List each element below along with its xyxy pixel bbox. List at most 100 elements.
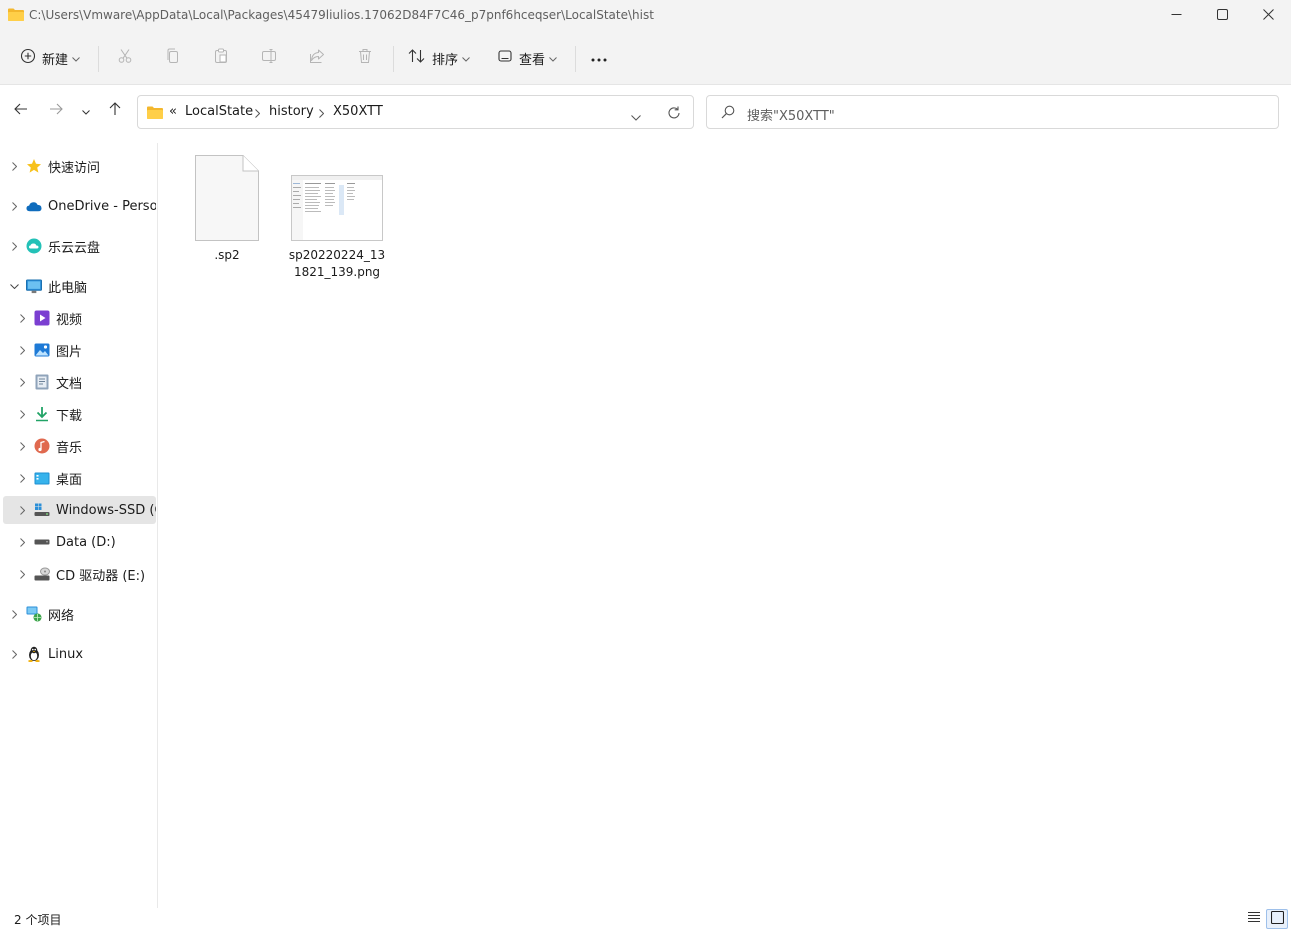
chevron-right-icon[interactable]: [14, 310, 30, 326]
window-title: C:\Users\Vmware\AppData\Local\Packages\4…: [29, 8, 654, 22]
new-button[interactable]: 新建: [12, 40, 88, 76]
onedrive-cloud-icon: [26, 198, 42, 214]
file-item[interactable]: sp20220224_131821_139.png: [287, 153, 387, 281]
breadcrumb-localstate[interactable]: LocalState: [185, 104, 253, 119]
file-item[interactable]: .sp2: [177, 153, 277, 264]
title-bar: C:\Users\Vmware\AppData\Local\Packages\4…: [0, 0, 1291, 32]
paste-icon: [213, 48, 229, 68]
forward-button[interactable]: [42, 96, 70, 126]
sidebar-item-label: 文档: [56, 376, 83, 392]
details-list-icon: [1247, 911, 1261, 927]
sidebar-item-label: Data (D:): [56, 534, 116, 550]
chevron-right-icon[interactable]: [14, 502, 30, 518]
sidebar-item-documents[interactable]: 文档: [3, 368, 156, 396]
breadcrumb-overflow[interactable]: «: [169, 104, 177, 119]
close-button[interactable]: [1245, 0, 1291, 32]
copy-icon: [165, 48, 181, 68]
up-button[interactable]: [101, 96, 129, 126]
sidebar-item-videos[interactable]: 视频: [3, 304, 156, 332]
sidebar-item-desktop[interactable]: 桌面: [3, 464, 156, 492]
address-bar[interactable]: « LocalState history X50XTT: [137, 95, 694, 129]
chevron-right-icon[interactable]: [6, 198, 22, 214]
sidebar-item-label: CD 驱动器 (E:): [56, 568, 146, 584]
pictures-icon: [34, 342, 50, 358]
sidebar-item-music[interactable]: 音乐: [3, 432, 156, 460]
breadcrumb-x50xtt[interactable]: X50XTT: [333, 104, 383, 119]
breadcrumb-history[interactable]: history: [269, 104, 314, 119]
windows-drive-icon: [34, 502, 50, 518]
sidebar-item-pictures[interactable]: 图片: [3, 336, 156, 364]
sidebar-item-label: 网络: [48, 608, 75, 624]
sidebar-item-label: 此电脑: [48, 280, 88, 296]
chevron-right-icon[interactable]: [14, 534, 30, 550]
sidebar-item-quick-access[interactable]: 快速访问: [3, 152, 156, 180]
file-name: sp20220224_131821_139.png: [288, 248, 386, 279]
address-history-dropdown[interactable]: [631, 110, 641, 125]
sidebar-item-data-drive[interactable]: Data (D:): [3, 528, 156, 556]
search-input[interactable]: 搜索"X50XTT": [706, 95, 1279, 129]
sort-label: 排序: [431, 52, 458, 68]
search-icon: [721, 105, 735, 123]
refresh-icon[interactable]: [667, 106, 681, 124]
minimize-icon: [1171, 9, 1182, 24]
sort-button[interactable]: 排序: [402, 40, 476, 76]
cloud-drive-icon: [26, 238, 42, 254]
chevron-right-icon[interactable]: [6, 646, 22, 662]
details-view-button[interactable]: [1244, 910, 1264, 928]
navigation-pane: 快速访问 OneDrive - Personal 乐云云盘 此电脑 视频 图片 …: [0, 143, 158, 908]
chevron-right-icon[interactable]: [14, 342, 30, 358]
chevron-right-icon[interactable]: [14, 374, 30, 390]
command-bar: 新建 排序 查看: [0, 32, 1291, 85]
rename-button[interactable]: [252, 40, 286, 76]
sidebar-item-leyun-drive[interactable]: 乐云云盘: [3, 232, 156, 260]
chevron-right-icon[interactable]: [14, 438, 30, 454]
back-button[interactable]: [7, 96, 35, 126]
chevron-right-icon[interactable]: [6, 158, 22, 174]
sidebar-item-onedrive[interactable]: OneDrive - Personal: [3, 192, 156, 220]
sidebar-item-this-pc[interactable]: 此电脑: [3, 272, 156, 300]
chevron-right-icon[interactable]: [6, 606, 22, 622]
more-dots-icon: [591, 51, 607, 66]
sidebar-item-label: 下载: [56, 408, 83, 424]
chevron-down-icon[interactable]: [6, 278, 22, 294]
toolbar-divider: [575, 46, 576, 72]
minimize-button[interactable]: [1153, 0, 1199, 32]
chevron-right-icon[interactable]: [14, 470, 30, 486]
folder-icon: [147, 106, 163, 123]
sidebar-item-label: 视频: [56, 312, 83, 328]
copy-button[interactable]: [156, 40, 190, 76]
chevron-down-icon: [462, 51, 470, 66]
sidebar-item-downloads[interactable]: 下载: [3, 400, 156, 428]
chevron-right-icon[interactable]: [14, 566, 30, 582]
share-button[interactable]: [300, 40, 334, 76]
sidebar-item-linux[interactable]: Linux: [3, 640, 156, 668]
desktop-icon: [34, 470, 50, 486]
more-options-button[interactable]: [582, 40, 616, 76]
share-icon: [309, 48, 325, 68]
delete-button[interactable]: [348, 40, 382, 76]
large-icons-view-button[interactable]: [1266, 909, 1288, 929]
chevron-right-icon[interactable]: [319, 107, 325, 122]
sidebar-item-network[interactable]: 网络: [3, 600, 156, 628]
chevron-down-icon: [82, 104, 90, 119]
view-button[interactable]: 查看: [490, 40, 564, 76]
toolbar-divider: [393, 46, 394, 72]
maximize-button[interactable]: [1199, 0, 1245, 32]
sidebar-item-label: Windows-SSD (C:): [56, 502, 156, 518]
cut-button[interactable]: [108, 40, 142, 76]
chevron-right-icon[interactable]: [255, 107, 261, 122]
status-bar: 2 个项目: [0, 908, 1291, 931]
chevron-down-icon: [72, 51, 80, 66]
chevron-right-icon[interactable]: [6, 238, 22, 254]
sidebar-item-windows-ssd[interactable]: Windows-SSD (C:): [3, 496, 156, 524]
chevron-right-icon[interactable]: [14, 406, 30, 422]
folder-icon: [8, 8, 24, 21]
sidebar-item-cd-drive[interactable]: CD 驱动器 (E:): [3, 560, 156, 588]
video-icon: [34, 310, 50, 326]
paste-button[interactable]: [204, 40, 238, 76]
sidebar-item-label: 桌面: [56, 472, 83, 488]
recent-locations-button[interactable]: [72, 96, 100, 126]
file-name: .sp2: [214, 248, 240, 262]
cd-drive-icon: [34, 566, 50, 582]
sort-arrows-icon: [408, 48, 426, 68]
